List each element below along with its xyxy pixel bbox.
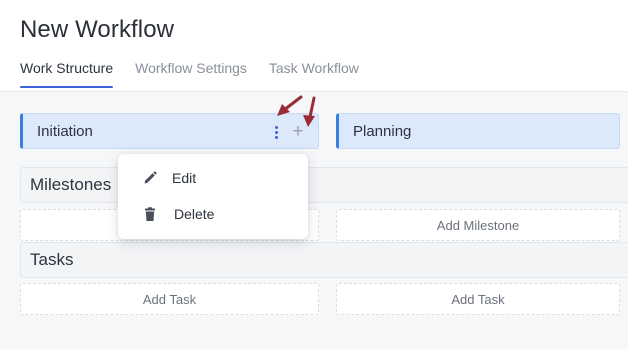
section-milestones: Milestones: [20, 167, 628, 203]
menu-item-edit[interactable]: Edit: [118, 161, 308, 195]
tab-task-workflow[interactable]: Task Workflow: [269, 60, 359, 87]
stage-header-planning[interactable]: Planning: [336, 113, 620, 149]
page-header: New Workflow Work Structure Workflow Set…: [0, 0, 628, 92]
stage-label: Initiation: [37, 122, 93, 140]
tab-workflow-settings[interactable]: Workflow Settings: [135, 60, 247, 87]
add-task-button[interactable]: Add Task: [336, 283, 620, 315]
add-task-button[interactable]: Add Task: [20, 283, 319, 315]
menu-item-label: Edit: [172, 170, 197, 186]
menu-item-label: Delete: [174, 206, 215, 222]
workflow-editor: New Workflow Work Structure Workflow Set…: [0, 0, 628, 349]
stage-header-initiation[interactable]: Initiation +: [20, 113, 319, 149]
tab-work-structure[interactable]: Work Structure: [20, 60, 114, 88]
menu-item-delete[interactable]: Delete: [118, 197, 308, 231]
trash-icon: [145, 207, 155, 221]
tab-bar: Work Structure Workflow Settings Task Wo…: [20, 60, 359, 88]
page-title: New Workflow: [20, 16, 175, 43]
plus-icon[interactable]: +: [290, 122, 306, 142]
stage-context-menu: Edit Delete: [118, 154, 308, 239]
pencil-icon: [144, 171, 157, 184]
add-milestone-button[interactable]: Add Milestone: [336, 209, 620, 241]
kebab-menu-icon[interactable]: [273, 126, 279, 140]
stage-label: Planning: [353, 122, 412, 140]
section-tasks: Tasks: [20, 242, 628, 278]
